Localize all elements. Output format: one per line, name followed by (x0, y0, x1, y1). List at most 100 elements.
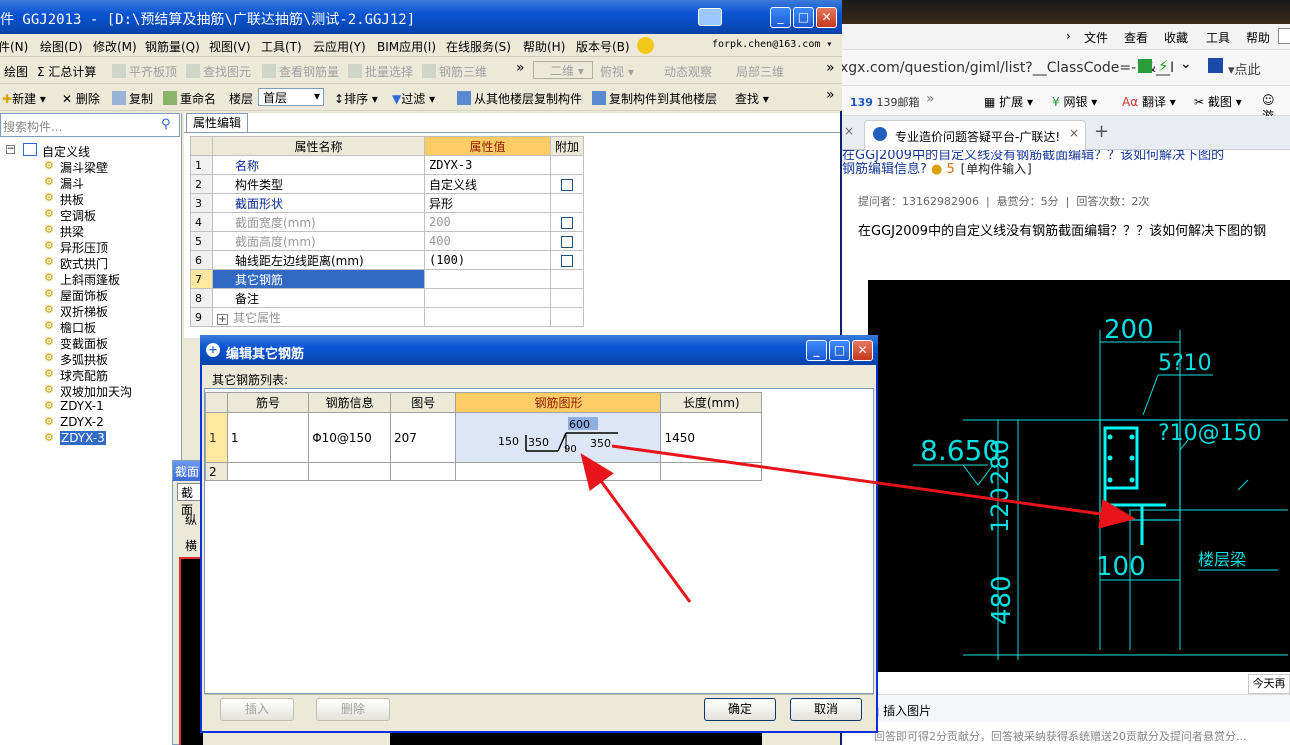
find-button[interactable]: 查找 ▾ (735, 90, 769, 107)
tree-item[interactable]: ⚙ 球壳配筋 (44, 367, 108, 384)
menu-favorites[interactable]: 收藏 (1164, 29, 1188, 46)
menu-view[interactable]: 查看 (1124, 29, 1148, 46)
property-value[interactable]: 自定义线 (424, 174, 551, 194)
property-extra[interactable] (549, 212, 585, 232)
tree-item[interactable]: ⚙ 欧式拱门 (44, 255, 108, 272)
rebar-3d-button[interactable]: 钢筋三维 (422, 63, 487, 80)
minimize-button[interactable]: _ (770, 7, 791, 28)
menu-help[interactable]: 帮助 (1246, 29, 1270, 46)
address-input[interactable]: xgx.com/question/giml/list?__ClassCode=-… (840, 60, 1174, 76)
menu-version[interactable]: 版本号(B) (576, 38, 630, 55)
menu-file[interactable]: 件(N) (0, 38, 28, 55)
fav-139mail[interactable]: 139 139邮箱 (850, 94, 919, 110)
property-row[interactable]: 5 截面高度(mm) 400 (190, 231, 585, 251)
menu-draw[interactable]: 绘图(D) (40, 38, 83, 55)
flat-top-button[interactable]: 平齐板顶 (112, 63, 177, 80)
floor-select[interactable]: 首层 ▾ (258, 88, 324, 106)
checkbox[interactable] (561, 254, 573, 267)
copy-to-floor-button[interactable]: 复制构件到其他楼层 (592, 90, 717, 107)
property-extra[interactable] (549, 288, 585, 308)
batch-select-button[interactable]: 批量选择 (348, 63, 413, 80)
search-hint[interactable]: ▾点此 (1228, 59, 1261, 78)
copy-button[interactable]: 复制 (112, 90, 153, 107)
menu-online[interactable]: 在线服务(S) (446, 38, 511, 55)
expand-icon[interactable]: + (217, 313, 228, 325)
property-extra[interactable] (549, 269, 585, 289)
property-row[interactable]: 1 名称 ZDYX-3 (190, 155, 585, 175)
menu-view[interactable]: 视图(V) (209, 38, 251, 55)
property-extra[interactable] (549, 307, 585, 327)
view-mode-select[interactable]: 二维 ▾ (533, 61, 593, 79)
browser-tab-active[interactable]: 专业造价问题答疑平台-广联达! × (864, 120, 1086, 150)
property-value[interactable]: ZDYX-3 (424, 155, 551, 175)
avatar-icon[interactable] (637, 37, 654, 54)
property-row[interactable]: 9 + 其它属性 (190, 307, 585, 327)
dialog-maximize-button[interactable]: □ (829, 340, 850, 361)
more-icon-3[interactable]: » (826, 87, 835, 103)
fav-ebank[interactable]: ¥ 网银 ▾ (1052, 93, 1097, 110)
fav-translate[interactable]: Aα 翻译 ▾ (1122, 93, 1176, 110)
menu-tools[interactable]: 工具(T) (261, 38, 302, 55)
property-extra[interactable] (549, 174, 585, 194)
account-dropdown[interactable]: forpk.chen@163.com ▾ (712, 39, 832, 50)
checkbox[interactable] (561, 235, 573, 248)
close-icon[interactable]: × (844, 124, 854, 138)
property-row[interactable]: 8 备注 (190, 288, 585, 308)
tree-item[interactable]: ⚙ 漏斗 (44, 175, 84, 192)
close-button[interactable]: ✕ (816, 7, 837, 28)
more-icon[interactable]: » (926, 91, 935, 107)
help-face-icon[interactable] (698, 8, 722, 26)
question-title-2[interactable]: 钢筋编辑信息? ● 5 [单构件输入] (842, 158, 1033, 177)
ok-button[interactable]: 确定 (704, 698, 776, 721)
cell-no[interactable] (226, 462, 310, 481)
table-row[interactable]: 2 (205, 462, 762, 481)
new-button[interactable]: ✚新建 ▾ (2, 90, 46, 107)
filter-button[interactable]: ▼过滤 ▾ (392, 90, 435, 107)
property-row[interactable]: 2 构件类型 自定义线 (190, 174, 585, 194)
more-icon-2[interactable]: » (826, 60, 835, 76)
tree-root[interactable]: 自定义线 (42, 143, 90, 160)
maximize-button[interactable]: □ (793, 7, 814, 28)
dialog-close-button[interactable]: ✕ (852, 340, 873, 361)
sort-button[interactable]: ↕排序 ▾ (334, 90, 378, 107)
property-value[interactable]: 异形 (424, 193, 551, 213)
tree-item[interactable]: ⚙ 上斜雨篷板 (44, 271, 120, 288)
property-row[interactable]: 7 其它钢筋 (190, 269, 585, 289)
new-tab-icon[interactable]: + (1094, 121, 1109, 142)
sum-calc-button[interactable]: Σ 汇总计算 (37, 63, 96, 80)
fav-screenshot[interactable]: ✂ 截图 ▾ (1194, 93, 1242, 110)
menu-rebar-qty[interactable]: 钢筋量(Q) (145, 38, 200, 55)
delete-button[interactable]: ✕ 删除 (62, 90, 100, 107)
menu-cloud[interactable]: 云应用(Y) (313, 38, 366, 55)
fav-extension[interactable]: ▦ 扩展 ▾ (984, 93, 1033, 110)
chevron-down-icon[interactable]: ⌄ (1180, 56, 1192, 72)
dialog-minimize-button[interactable]: _ (806, 340, 827, 361)
tree-item[interactable]: ⚙ 漏斗梁壁 (44, 159, 108, 176)
tree-item[interactable]: ⚙ 拱梁 (44, 223, 84, 240)
property-value[interactable]: 400 (424, 231, 551, 251)
more-icon[interactable]: » (516, 60, 525, 76)
minimize-icon[interactable] (1278, 28, 1290, 44)
cancel-button[interactable]: 取消 (790, 698, 862, 721)
menu-tools[interactable]: 工具 (1206, 29, 1230, 46)
tree-item[interactable]: ⚙ 空调板 (44, 207, 96, 224)
tree-item[interactable]: ⚙ 变截面板 (44, 335, 108, 352)
delete-row-button[interactable]: 删除 (316, 698, 390, 721)
property-extra[interactable] (549, 193, 585, 213)
search-input[interactable]: 搜索构件... ⚲ (0, 113, 180, 137)
rename-button[interactable]: 重命名 (163, 90, 216, 107)
property-row[interactable]: 6 轴线距左边线距离(mm) (100) (190, 250, 585, 270)
tree-item[interactable]: ⚙ 多弧拱板 (44, 351, 108, 368)
property-value[interactable]: (100) (424, 250, 551, 270)
collapse-icon[interactable]: − (6, 145, 15, 154)
top-view-button[interactable]: 俯视 ▾ (600, 63, 634, 80)
menu-bim[interactable]: BIM应用(I) (377, 38, 436, 55)
today-tab[interactable]: 今天再 (1248, 674, 1290, 694)
local-3d-button[interactable]: 局部三维 (736, 63, 784, 80)
tree-item[interactable]: ⚙ 双坡加加天沟 (44, 383, 132, 400)
tree-item[interactable]: ⚙ 屋面饰板 (44, 287, 108, 304)
cell-shape[interactable] (455, 462, 662, 481)
compat-icon[interactable] (1138, 59, 1152, 73)
property-row[interactable]: 4 截面宽度(mm) 200 (190, 212, 585, 232)
menu-help[interactable]: 帮助(H) (523, 38, 565, 55)
